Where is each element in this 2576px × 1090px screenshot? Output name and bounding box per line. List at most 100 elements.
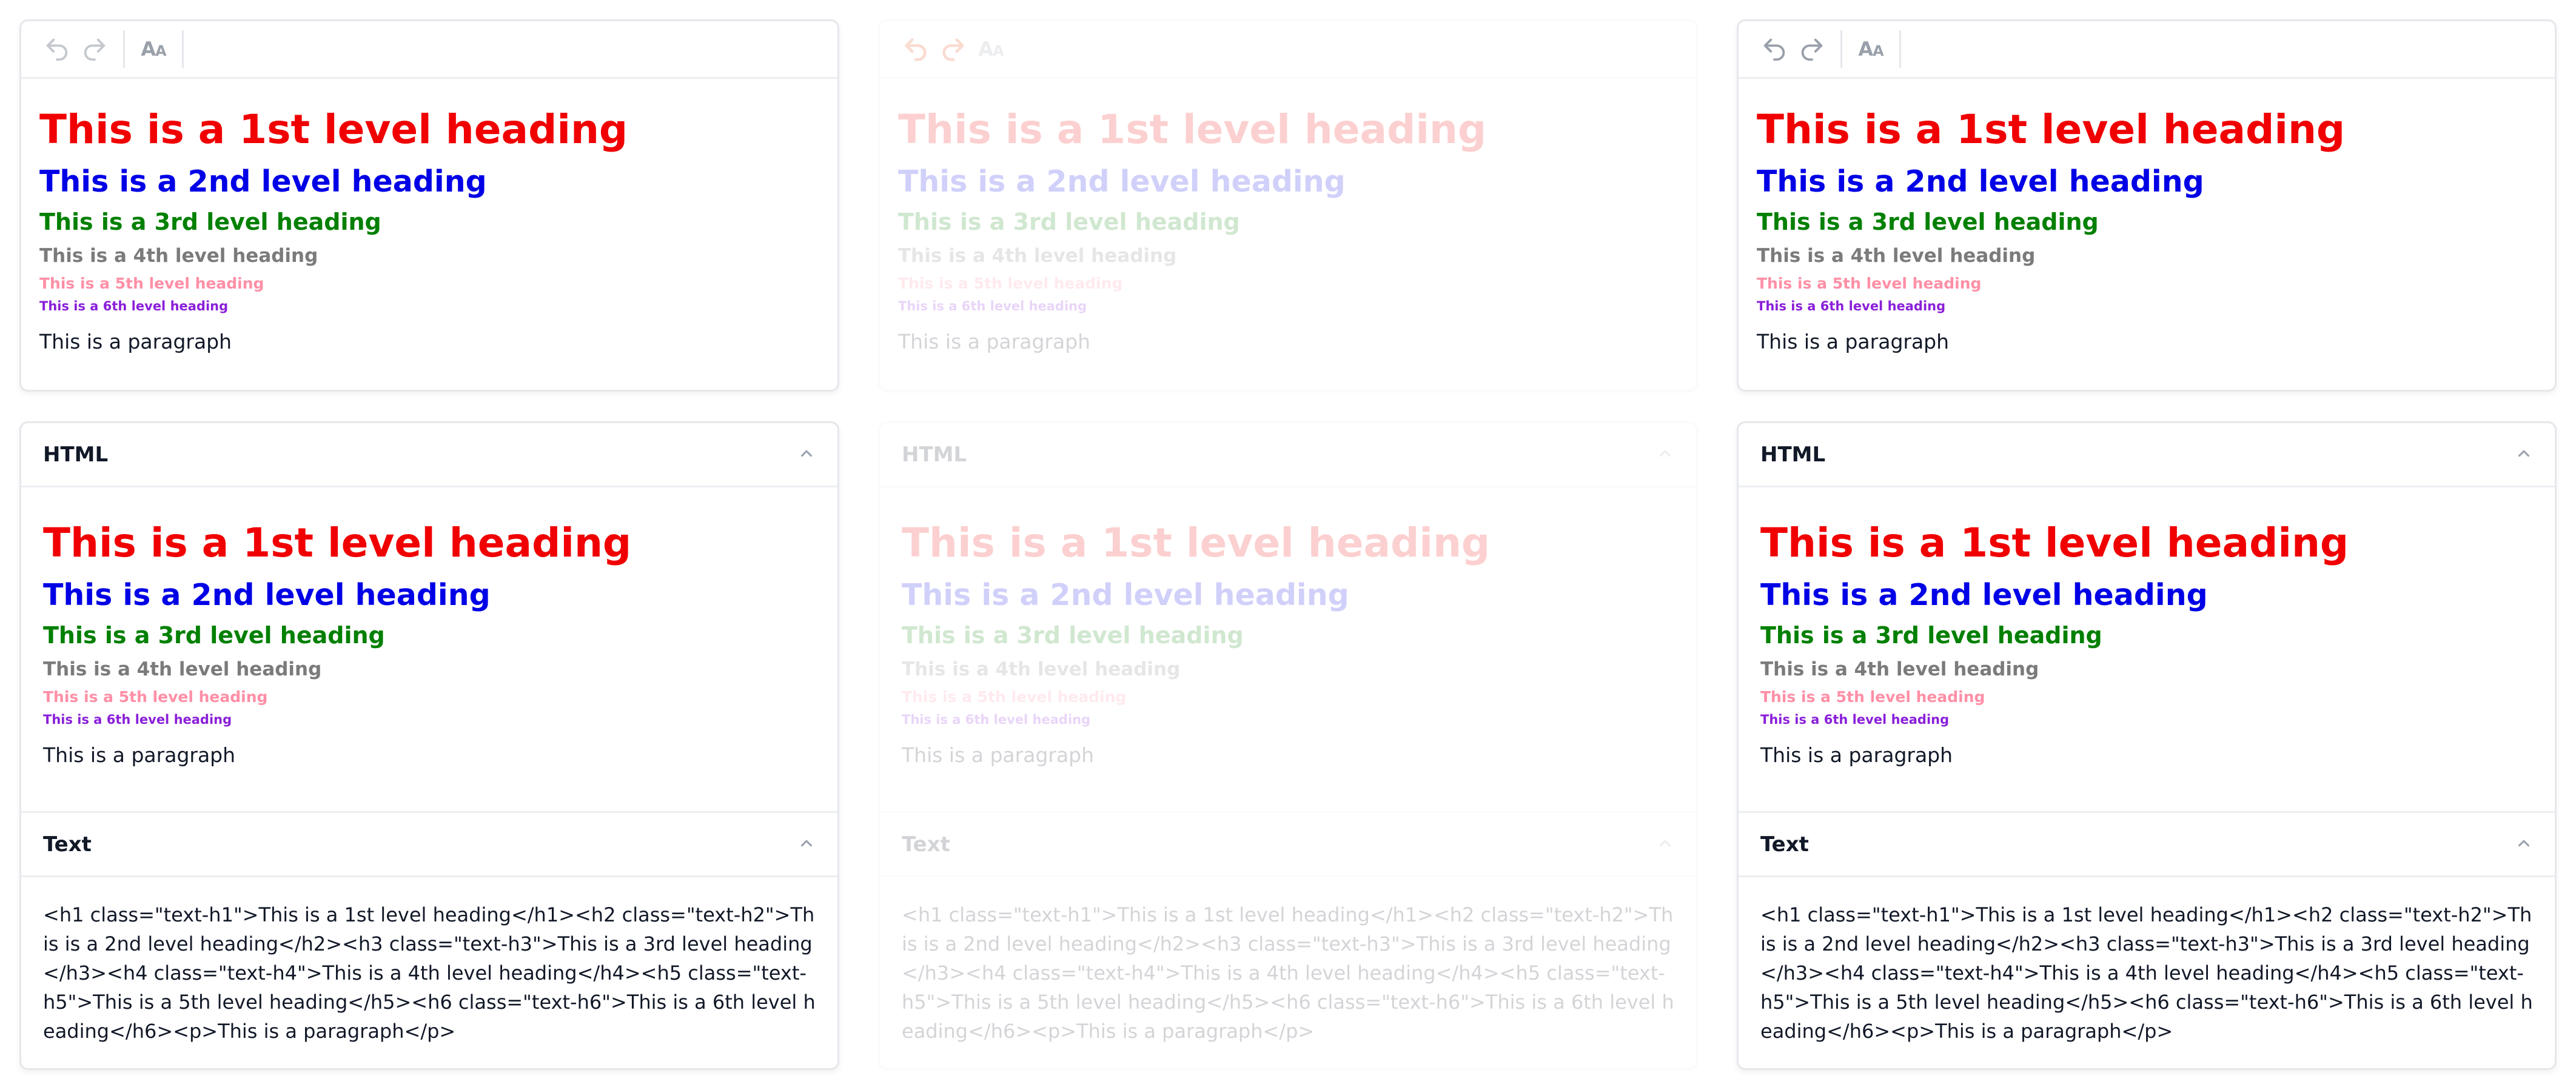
redo-icon xyxy=(1801,38,1823,61)
chevron-up-icon[interactable] xyxy=(2515,834,2533,855)
heading-6: This is a 6th level heading xyxy=(902,712,1091,727)
heading-5: This is a 5th level heading xyxy=(898,274,1123,292)
toolbar-divider xyxy=(182,30,184,68)
editor-content[interactable]: This is a 1st level heading This is a 2n… xyxy=(880,79,1696,354)
redo-button[interactable] xyxy=(76,30,113,68)
font-size-icon: AA xyxy=(1858,38,1883,61)
paragraph: This is a paragraph xyxy=(39,329,232,353)
heading-1: This is a 1st level heading xyxy=(902,520,1491,566)
html-source-text: <h1 class="text-h1">This is a 1st level … xyxy=(1760,903,2533,1043)
paragraph: This is a paragraph xyxy=(1757,329,1950,353)
undo-icon xyxy=(905,38,927,61)
font-size-button[interactable]: AA xyxy=(972,30,1010,68)
chevron-up-icon[interactable] xyxy=(1656,444,1674,465)
heading-1: This is a 1st level heading xyxy=(1757,106,2346,153)
undo-button[interactable] xyxy=(897,30,934,68)
heading-2: This is a 2nd level heading xyxy=(1757,164,2204,199)
text-section-header[interactable]: Text xyxy=(880,813,1696,877)
editor-content[interactable]: This is a 1st level heading This is a 2n… xyxy=(21,79,837,354)
heading-6: This is a 6th level heading xyxy=(43,712,232,727)
heading-2: This is a 2nd level heading xyxy=(902,578,1349,613)
heading-4: This is a 4th level heading xyxy=(1757,244,2036,267)
html-source-text: <h1 class="text-h1">This is a 1st level … xyxy=(902,903,1674,1043)
heading-5: This is a 5th level heading xyxy=(1757,274,1982,292)
heading-3: This is a 3rd level heading xyxy=(43,621,385,649)
heading-1: This is a 1st level heading xyxy=(1760,520,2349,566)
heading-2: This is a 2nd level heading xyxy=(1760,578,2208,613)
undo-button[interactable] xyxy=(1756,30,1793,68)
heading-1: This is a 1st level heading xyxy=(898,106,1487,153)
chevron-up-icon[interactable] xyxy=(797,444,816,465)
heading-3: This is a 3rd level heading xyxy=(902,621,1244,649)
heading-2: This is a 2nd level heading xyxy=(43,578,491,613)
text-section-title: Text xyxy=(902,832,950,857)
paragraph: This is a paragraph xyxy=(43,743,236,767)
rich-text-editor: AA This is a 1st level heading This is a… xyxy=(1737,19,2557,392)
heading-6: This is a 6th level heading xyxy=(898,298,1087,313)
text-section-title: Text xyxy=(43,832,92,857)
heading-2: This is a 2nd level heading xyxy=(898,164,1346,199)
output-panel: HTML This is a 1st level heading This is… xyxy=(878,421,1698,1070)
output-panel: HTML This is a 1st level heading This is… xyxy=(19,421,839,1070)
text-section-title: Text xyxy=(1760,832,1809,857)
heading-4: This is a 4th level heading xyxy=(1760,658,2039,680)
editor-column-1: AA This is a 1st level heading This is a… xyxy=(0,0,839,1090)
heading-4: This is a 4th level heading xyxy=(43,658,322,680)
chevron-up-icon[interactable] xyxy=(2515,444,2533,465)
paragraph: This is a paragraph xyxy=(1760,743,1953,767)
chevron-up-icon[interactable] xyxy=(1656,834,1674,855)
html-section-header[interactable]: HTML xyxy=(880,423,1696,487)
undo-icon xyxy=(1763,38,1785,61)
toolbar-divider xyxy=(1840,30,1842,68)
rich-text-editor: AA This is a 1st level heading This is a… xyxy=(878,19,1698,392)
toolbar-divider xyxy=(1899,30,1901,68)
heading-2: This is a 2nd level heading xyxy=(39,164,487,199)
heading-3: This is a 3rd level heading xyxy=(898,208,1240,235)
redo-button[interactable] xyxy=(1793,30,1831,68)
chevron-up-icon[interactable] xyxy=(797,834,816,855)
html-section-header[interactable]: HTML xyxy=(21,423,837,487)
html-section-header[interactable]: HTML xyxy=(1739,423,2555,487)
heading-3: This is a 3rd level heading xyxy=(39,208,381,235)
heading-1: This is a 1st level heading xyxy=(43,520,632,566)
heading-5: This is a 5th level heading xyxy=(43,687,268,706)
editor-content[interactable]: This is a 1st level heading This is a 2n… xyxy=(1739,79,2555,354)
html-section-title: HTML xyxy=(43,442,109,467)
editor-toolbar: AA xyxy=(21,21,837,79)
editor-column-2: AA This is a 1st level heading This is a… xyxy=(859,0,1698,1090)
paragraph: This is a paragraph xyxy=(898,329,1091,353)
font-size-icon: AA xyxy=(141,38,166,61)
heading-6: This is a 6th level heading xyxy=(1757,298,1946,313)
redo-icon xyxy=(942,38,964,61)
editor-toolbar: AA xyxy=(1739,21,2555,79)
toolbar-divider xyxy=(123,30,125,68)
html-section-title: HTML xyxy=(1760,442,1826,467)
text-section-header[interactable]: Text xyxy=(21,813,837,877)
redo-icon xyxy=(84,38,106,61)
heading-6: This is a 6th level heading xyxy=(1760,712,1950,727)
paragraph: This is a paragraph xyxy=(902,743,1095,767)
html-preview: This is a 1st level heading This is a 2n… xyxy=(1739,487,2555,813)
redo-button[interactable] xyxy=(934,30,972,68)
editor-column-3: AA This is a 1st level heading This is a… xyxy=(1717,0,2557,1090)
heading-5: This is a 5th level heading xyxy=(1760,687,1985,706)
font-size-button[interactable]: AA xyxy=(135,30,172,68)
html-source-text: <h1 class="text-h1">This is a 1st level … xyxy=(43,903,816,1043)
font-size-button[interactable]: AA xyxy=(1852,30,1890,68)
heading-5: This is a 5th level heading xyxy=(39,274,264,292)
font-size-icon: AA xyxy=(978,38,1004,61)
heading-6: This is a 6th level heading xyxy=(39,298,229,313)
heading-4: This is a 4th level heading xyxy=(902,658,1181,680)
text-section-header[interactable]: Text xyxy=(1739,813,2555,877)
editor-toolbar: AA xyxy=(880,21,1696,79)
html-section-title: HTML xyxy=(902,442,967,467)
heading-4: This is a 4th level heading xyxy=(898,244,1177,267)
html-preview: This is a 1st level heading This is a 2n… xyxy=(880,487,1696,813)
undo-icon xyxy=(46,38,68,61)
html-preview: This is a 1st level heading This is a 2n… xyxy=(21,487,837,813)
heading-5: This is a 5th level heading xyxy=(902,687,1127,706)
output-panel: HTML This is a 1st level heading This is… xyxy=(1737,421,2557,1070)
heading-3: This is a 3rd level heading xyxy=(1757,208,2099,235)
heading-4: This is a 4th level heading xyxy=(39,244,318,267)
undo-button[interactable] xyxy=(38,30,76,68)
